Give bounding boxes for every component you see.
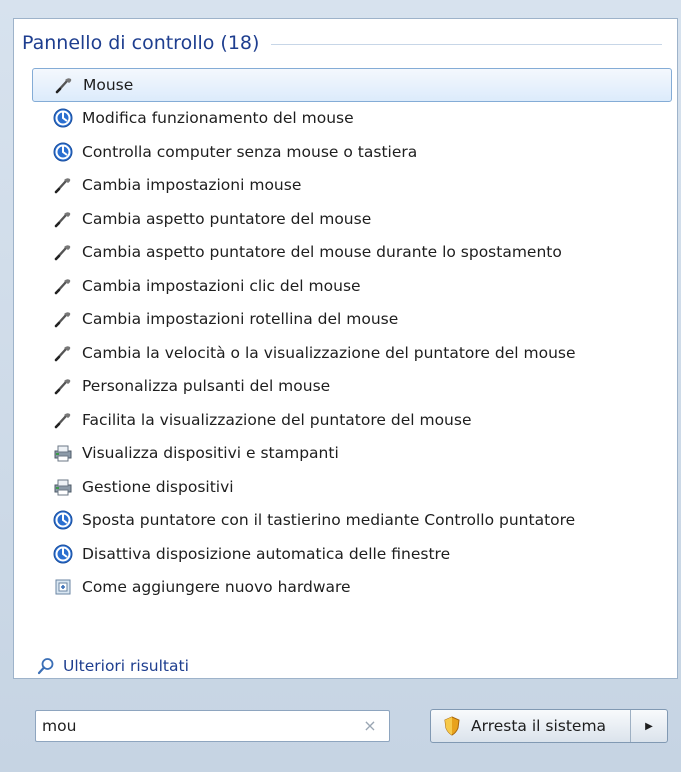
result-item[interactable]: Modifica funzionamento del mouse [32, 102, 677, 136]
result-item[interactable]: Facilita la visualizzazione del puntator… [32, 403, 677, 437]
shield-icon [441, 715, 463, 737]
section-title[interactable]: Pannello di controllo (18) [22, 32, 271, 54]
result-item[interactable]: Come aggiungere nuovo hardware [32, 571, 677, 605]
result-label: Cambia aspetto puntatore del mouse duran… [82, 243, 562, 262]
result-label: Disattiva disposizione automatica delle … [82, 544, 451, 563]
ease-of-access-icon [52, 509, 74, 531]
mouse-icon [52, 208, 74, 230]
result-label: Cambia impostazioni clic del mouse [82, 276, 361, 295]
ease-of-access-icon [52, 141, 74, 163]
result-label: Sposta puntatore con il tastierino media… [82, 511, 576, 530]
mouse-icon [52, 342, 74, 364]
mouse-icon [52, 308, 74, 330]
clear-search-icon[interactable]: × [361, 717, 379, 735]
mouse-icon [52, 375, 74, 397]
search-input[interactable] [42, 715, 342, 737]
mouse-icon [52, 275, 74, 297]
result-item[interactable]: Cambia la velocità o la visualizzazione … [32, 336, 677, 370]
section-divider [271, 44, 662, 45]
search-field[interactable]: × [35, 710, 390, 742]
result-label: Visualizza dispositivi e stampanti [82, 444, 339, 463]
start-menu: Pannello di controllo (18) Mouse Modifica… [0, 0, 681, 772]
result-item[interactable]: Controlla computer senza mouse o tastier… [32, 135, 677, 169]
result-item[interactable]: Personalizza pulsanti del mouse [32, 370, 677, 404]
ease-of-access-icon [52, 107, 74, 129]
result-label: Controlla computer senza mouse o tastier… [82, 142, 418, 161]
result-item[interactable]: Mouse [32, 68, 672, 102]
result-label: Come aggiungere nuovo hardware [82, 578, 351, 597]
shutdown-options-arrow[interactable]: ▶ [631, 710, 667, 742]
mouse-icon [53, 74, 75, 96]
result-label: Mouse [83, 75, 134, 94]
result-label: Cambia aspetto puntatore del mouse [82, 209, 372, 228]
result-item[interactable]: Cambia impostazioni rotellina del mouse [32, 303, 677, 337]
ease-of-access-icon [52, 543, 74, 565]
result-item[interactable]: Sposta puntatore con il tastierino media… [32, 504, 677, 538]
result-label: Cambia impostazioni rotellina del mouse [82, 310, 399, 329]
mouse-icon [52, 409, 74, 431]
mouse-icon [52, 241, 74, 263]
shutdown-label: Arresta il sistema [471, 717, 607, 735]
result-item[interactable]: Cambia impostazioni mouse [32, 169, 677, 203]
devices-printers-icon [52, 442, 74, 464]
section-header: Pannello di controllo (18) [22, 30, 662, 56]
shutdown-button[interactable]: Arresta il sistema [431, 710, 631, 742]
result-item[interactable]: Disattiva disposizione automatica delle … [32, 537, 677, 571]
result-label: Personalizza pulsanti del mouse [82, 377, 331, 396]
mouse-icon [52, 174, 74, 196]
more-results-label: Ulteriori risultati [63, 657, 189, 675]
search-icon [35, 655, 57, 677]
result-label: Modifica funzionamento del mouse [82, 109, 354, 128]
result-item[interactable]: Cambia aspetto puntatore del mouse duran… [32, 236, 677, 270]
more-results-link[interactable]: Ulteriori risultati [35, 655, 189, 677]
result-label: Gestione dispositivi [82, 477, 234, 496]
result-item[interactable]: Cambia impostazioni clic del mouse [32, 269, 677, 303]
result-item[interactable]: Gestione dispositivi [32, 470, 677, 504]
add-hardware-icon [52, 576, 74, 598]
result-item[interactable]: Visualizza dispositivi e stampanti [32, 437, 677, 471]
results-list: Mouse Modifica funzionamento del mouse Con… [32, 68, 677, 604]
devices-printers-icon [52, 476, 74, 498]
result-label: Facilita la visualizzazione del puntator… [82, 410, 472, 429]
result-label: Cambia la velocità o la visualizzazione … [82, 343, 576, 362]
result-item[interactable]: Cambia aspetto puntatore del mouse [32, 202, 677, 236]
shutdown-button-group: Arresta il sistema ▶ [430, 709, 668, 743]
result-label: Cambia impostazioni mouse [82, 176, 302, 195]
